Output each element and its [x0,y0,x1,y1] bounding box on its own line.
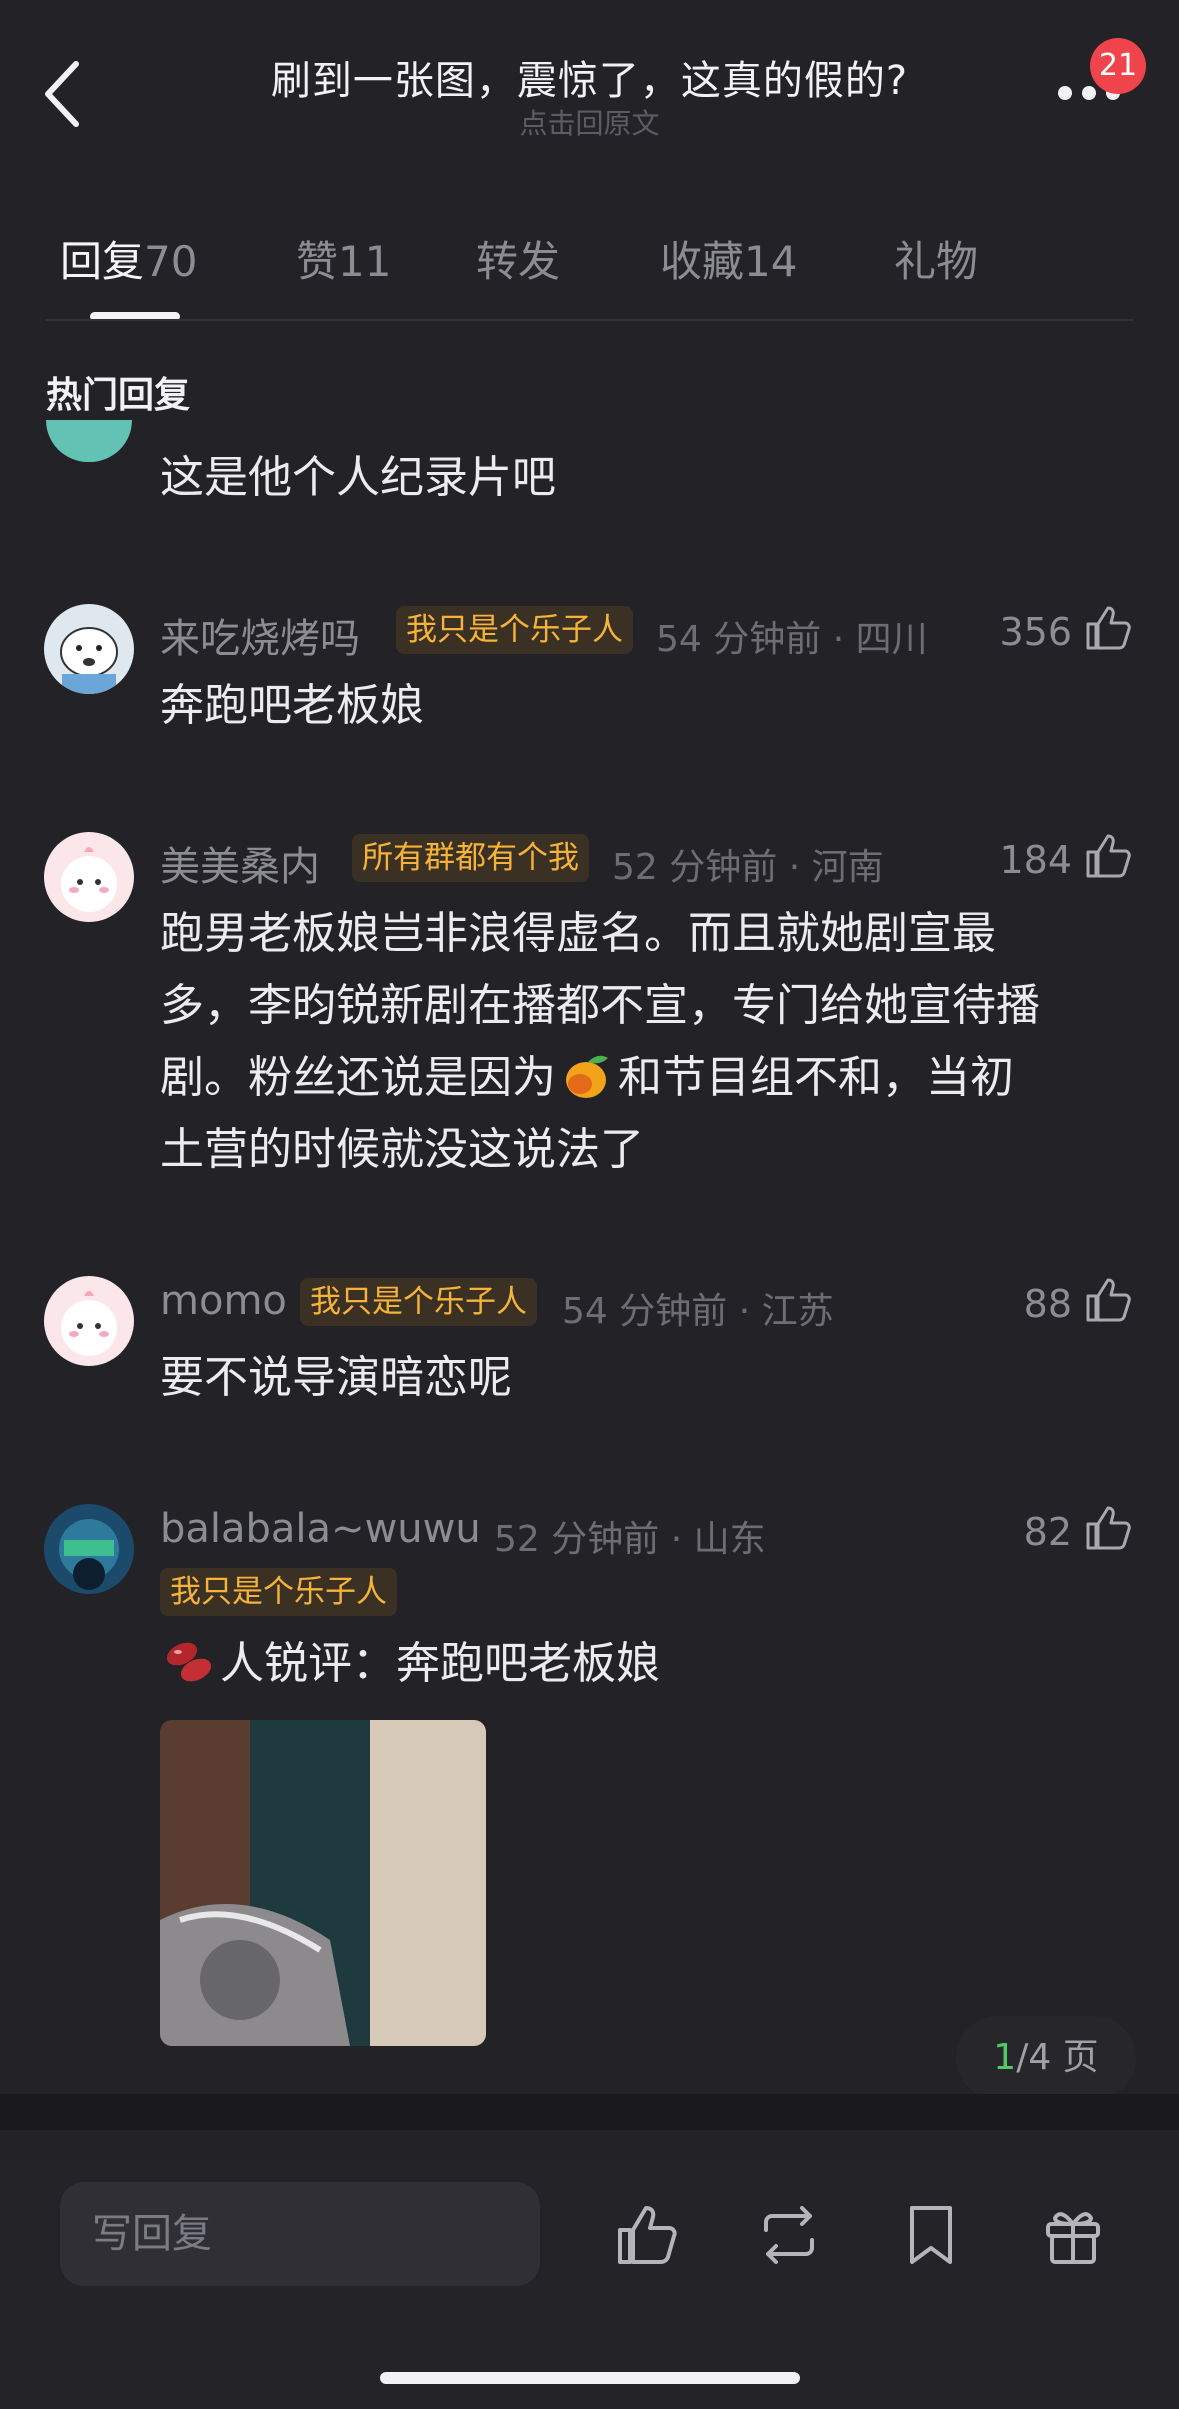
divider [46,319,1134,321]
avatar-image-icon [44,832,134,922]
tab-count: 70 [144,237,198,286]
user-tag: 我只是个乐子人 [396,606,633,654]
page-current: 1 [993,2037,1017,2078]
like-count: 82 [1023,1510,1072,1554]
thumbs-up-icon[interactable] [612,2200,682,2270]
comment-line-part: 人锐评：奔跑吧老板娘 [220,1638,660,1689]
user-tag: 所有群都有个我 [352,834,589,882]
more-dot-icon [1058,86,1072,100]
thumbs-up-icon[interactable] [1082,1274,1134,1326]
comment-line: 土营的时候就没这说法了 [160,1124,644,1175]
like-count: 184 [999,838,1072,882]
avatar-image-icon [44,604,134,694]
thumbs-up-icon[interactable] [1082,602,1134,654]
page-total: /4 页 [1016,2037,1099,2078]
comment-line: 多，李昀锐新剧在播都不宣，专门给她宣待播 [160,980,1040,1031]
tab-label: 收藏 [660,237,745,286]
comment-text: 要不说导演暗恋呢 [160,1352,512,1403]
bookmark-icon[interactable] [896,2200,966,2270]
comment-line-part: 剧。粉丝还说是因为 [160,1052,556,1103]
post-title[interactable]: 刷到一张图，震惊了，这真的假的? [0,48,1179,106]
divider [0,2094,1179,2130]
user-tag: 我只是个乐子人 [300,1278,537,1326]
comment-text: 人锐评：奔跑吧老板娘 [160,1628,1120,1700]
avatar[interactable] [46,420,132,462]
thumbs-up-icon[interactable] [1082,830,1134,882]
reply-input[interactable]: 写回复 [60,2182,540,2286]
comment-line-part: 和节目组不和，当初 [618,1052,1014,1103]
comment-line: 跑男老板娘岂非浪得虚名。而且就她剧宣最 [160,908,996,959]
mango-emoji-icon [566,1055,608,1098]
like-count: 356 [999,610,1072,654]
comment-meta: 54 分钟前 · 四川 [656,619,928,660]
avatar-image-icon [44,1276,134,1366]
username[interactable]: momo [160,1278,287,1324]
username[interactable]: balabala~wuwu [160,1506,481,1552]
section-title: 热门回复 [46,375,191,416]
repost-icon[interactable] [754,2200,824,2270]
tab-count: 14 [744,237,798,286]
page-indicator[interactable]: 1/4 页 [956,2016,1136,2100]
avatar[interactable] [44,1276,134,1366]
avatar[interactable] [44,832,134,922]
tab-label: 回复 [60,237,145,286]
tab-label: 赞 [296,237,339,286]
comment-text: 奔跑吧老板娘 [160,680,424,731]
comment-image[interactable] [160,1720,486,2046]
tab-count: 11 [338,237,392,286]
tab-label: 转发 [476,237,561,286]
comment-meta: 54 分钟前 · 江苏 [562,1291,834,1332]
username[interactable]: 美美桑内 [160,834,320,892]
notification-badge: 21 [1090,38,1146,94]
comment-line: 剧。粉丝还说是因为 和节目组不和，当初 [160,1042,1120,1114]
user-tag: 我只是个乐子人 [160,1568,397,1616]
avatar[interactable] [44,1504,134,1594]
view-original-link[interactable]: 点击回原文 [0,102,1179,142]
avatar-image-icon [44,1504,134,1594]
tab-label: 礼物 [894,237,979,286]
comment-meta: 52 分钟前 · 山东 [494,1519,766,1560]
tab-likes[interactable]: 赞11 [296,228,391,289]
username[interactable]: 来吃烧烤吗 [160,606,360,664]
comment-text: 跑男老板娘岂非浪得虚名。而且就她剧宣最 多，李昀锐新剧在播都不宣，专门给她宣待播… [160,898,1120,1186]
home-indicator [380,2372,800,2384]
beans-emoji-icon [166,1642,212,1682]
tab-favorites[interactable]: 收藏14 [660,228,797,289]
thumbs-up-icon[interactable] [1082,1502,1134,1554]
gift-icon[interactable] [1038,2200,1108,2270]
photo-thumbnail-icon [160,1720,486,2046]
comment-meta: 52 分钟前 · 河南 [612,847,884,888]
comment-text: 这是他个人纪录片吧 [160,452,556,503]
tab-replies[interactable]: 回复70 [60,228,197,289]
more-dot-icon [1082,86,1096,100]
avatar[interactable] [44,604,134,694]
tab-gifts[interactable]: 礼物 [894,228,978,289]
tab-reposts[interactable]: 转发 [476,228,560,289]
like-count: 88 [1023,1282,1072,1326]
